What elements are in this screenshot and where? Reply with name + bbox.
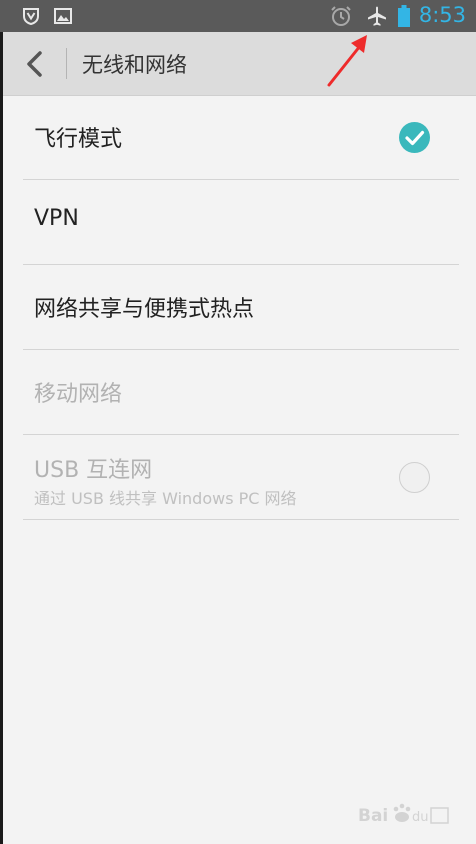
shield-v-icon — [23, 8, 39, 26]
vpn-label: VPN — [34, 206, 79, 231]
status-bar: 8:53 — [0, 0, 476, 32]
settings-screen: 无线和网络 飞行模式 VPN 网络共享与便携式热点 移动网络 USB 互连网 通… — [3, 32, 476, 844]
clock-time: 8:53 — [418, 3, 466, 27]
vpn-row[interactable]: VPN — [3, 180, 476, 265]
usb-tethering-summary: 通过 USB 线共享 Windows PC 网络 — [34, 489, 297, 508]
usb-tethering-row[interactable]: USB 互连网 通过 USB 线共享 Windows PC 网络 — [3, 435, 476, 520]
svg-text:Bai: Bai — [358, 806, 388, 826]
list-divider — [23, 519, 459, 520]
action-bar-divider — [66, 48, 67, 79]
page-title: 无线和网络 — [82, 53, 187, 77]
airplane-mode-row[interactable]: 飞行模式 — [3, 95, 476, 180]
battery-icon — [398, 5, 410, 27]
mobile-network-row[interactable]: 移动网络 — [3, 350, 476, 435]
tethering-hotspot-label: 网络共享与便携式热点 — [34, 297, 255, 322]
back-button[interactable] — [17, 46, 53, 82]
airplane-mode-label: 飞行模式 — [34, 127, 123, 152]
airplane-mode-checkbox[interactable] — [399, 122, 430, 153]
checkmark-icon — [405, 130, 425, 146]
image-icon — [54, 8, 72, 24]
svg-text:du: du — [412, 810, 429, 825]
usb-tethering-checkbox[interactable] — [399, 462, 430, 493]
settings-list: 飞行模式 VPN 网络共享与便携式热点 移动网络 USB 互连网 通过 USB … — [3, 95, 476, 520]
baidu-jingyan-watermark: Bai du — [358, 803, 449, 826]
alarm-icon — [331, 6, 351, 26]
airplane-icon — [368, 6, 386, 26]
usb-tethering-label: USB 互连网 — [34, 458, 153, 483]
mobile-network-label: 移动网络 — [34, 382, 123, 407]
action-bar: 无线和网络 — [3, 32, 476, 96]
chevron-left-icon — [27, 51, 42, 77]
tethering-hotspot-row[interactable]: 网络共享与便携式热点 — [3, 265, 476, 350]
